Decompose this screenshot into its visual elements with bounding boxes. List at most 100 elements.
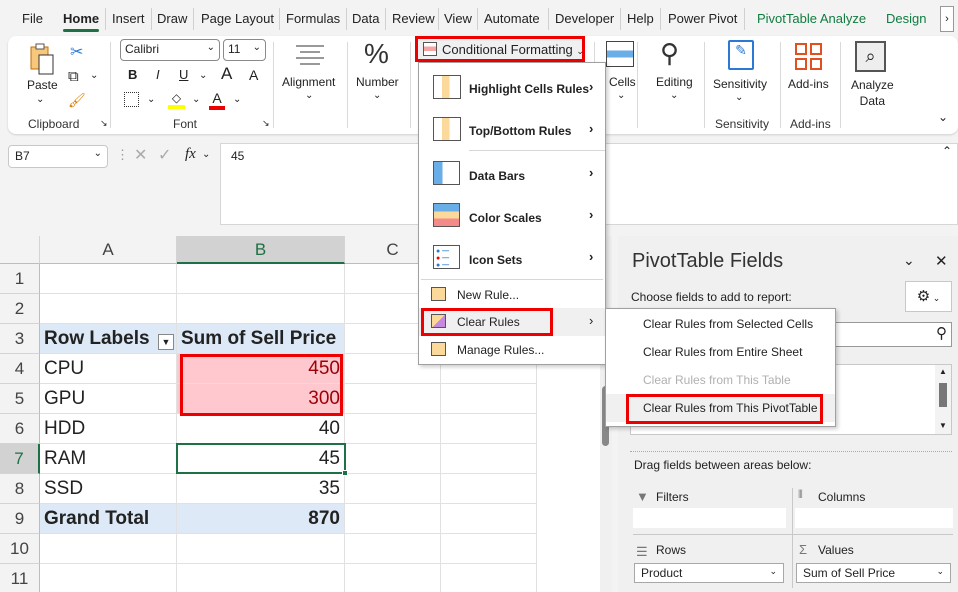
font-launcher-icon[interactable]: ↘: [262, 118, 270, 129]
tab-power-pivot[interactable]: Power Pivot: [668, 11, 737, 26]
values-field-sum-of-sell-price[interactable]: Sum of Sell Price ⌄: [796, 563, 951, 583]
row-header[interactable]: 2: [0, 294, 40, 324]
cell-b3[interactable]: Sum of Sell Price: [177, 324, 345, 354]
cell-b8[interactable]: 35: [177, 474, 345, 504]
cell-a11[interactable]: [40, 564, 177, 592]
cell-d6[interactable]: [441, 414, 537, 444]
menu-item-color-scales[interactable]: Color Scales ›: [419, 201, 605, 233]
scrollbar-thumb[interactable]: [939, 383, 947, 407]
cell-c6[interactable]: [345, 414, 441, 444]
fill-color-icon[interactable]: ◇: [168, 91, 185, 109]
row-header[interactable]: 5: [0, 384, 40, 414]
underline-dropdown-icon[interactable]: ⌄: [199, 70, 207, 81]
cell-b1[interactable]: [177, 264, 345, 294]
paste-button[interactable]: Paste: [27, 78, 58, 92]
select-all-button[interactable]: [0, 236, 40, 264]
format-painter-icon[interactable]: 🖌: [68, 92, 86, 109]
font-size-combo[interactable]: 11 ⌄: [223, 39, 266, 61]
cell-d11[interactable]: [441, 564, 537, 592]
row-header[interactable]: 4: [0, 354, 40, 384]
cell-c8[interactable]: [345, 474, 441, 504]
italic-button[interactable]: I: [156, 67, 160, 82]
copy-icon[interactable]: ⧉: [68, 68, 79, 85]
menu-item-data-bars[interactable]: Data Bars ›: [419, 159, 605, 191]
insert-function-button[interactable]: fx: [185, 146, 196, 163]
name-box[interactable]: B7 ⌄: [8, 145, 108, 168]
menu-item-new-rule[interactable]: New Rule...: [419, 283, 605, 309]
clipboard-launcher-icon[interactable]: ↘: [100, 118, 108, 129]
addins-button[interactable]: Add-ins: [788, 77, 829, 91]
tab-page-layout[interactable]: Page Layout: [201, 11, 274, 26]
underline-button[interactable]: U: [179, 67, 188, 82]
cells-button[interactable]: Cells: [609, 75, 636, 89]
cell-c10[interactable]: [345, 534, 441, 564]
scroll-down-icon[interactable]: ▼: [939, 421, 947, 430]
number-button[interactable]: Number: [356, 75, 399, 89]
fill-color-dropdown-icon[interactable]: ⌄: [192, 94, 200, 105]
column-header-b[interactable]: B: [177, 236, 345, 264]
copy-dropdown-icon[interactable]: ⌄: [90, 70, 98, 81]
tab-automate[interactable]: Automate: [484, 11, 540, 26]
menu-item-icon-sets[interactable]: ● — ● — ● — Icon Sets ›: [419, 243, 605, 275]
row-header[interactable]: 11: [0, 564, 40, 592]
ribbon-expand-icon[interactable]: ⌄: [938, 110, 948, 124]
cell-b10[interactable]: [177, 534, 345, 564]
cell-a4[interactable]: CPU: [40, 354, 177, 384]
cell-a10[interactable]: [40, 534, 177, 564]
menu-item-clear-rules[interactable]: Clear Rules ›: [419, 308, 605, 336]
tab-design[interactable]: Design: [886, 11, 926, 26]
cell-d10[interactable]: [441, 534, 537, 564]
tab-developer[interactable]: Developer: [555, 11, 614, 26]
columns-area[interactable]: [795, 508, 953, 528]
clear-rules-entire-sheet[interactable]: Clear Rules from Entire Sheet: [606, 338, 835, 366]
cancel-icon[interactable]: ✕: [134, 145, 147, 165]
tab-pivottable-analyze[interactable]: PivotTable Analyze: [757, 11, 866, 26]
row-header[interactable]: 1: [0, 264, 40, 294]
font-color-button[interactable]: A: [209, 90, 225, 110]
cell-c9[interactable]: [345, 504, 441, 534]
menu-item-top-bottom-rules[interactable]: Top/Bottom Rules ›: [419, 115, 605, 147]
cell-d7[interactable]: [441, 444, 537, 474]
tab-file[interactable]: File: [22, 11, 43, 26]
tab-draw[interactable]: Draw: [157, 11, 187, 26]
tab-insert[interactable]: Insert: [112, 11, 145, 26]
collapse-formula-bar-icon[interactable]: ⌃: [942, 144, 952, 158]
row-header[interactable]: 8: [0, 474, 40, 504]
row-labels-filter-button[interactable]: ▼: [158, 334, 174, 350]
cell-d9[interactable]: [441, 504, 537, 534]
tab-data[interactable]: Data: [352, 11, 379, 26]
tab-home[interactable]: Home: [63, 11, 100, 32]
column-header-a[interactable]: A: [40, 236, 177, 264]
cell-d5[interactable]: [441, 384, 537, 414]
tabs-scroll-right-button[interactable]: ›: [940, 6, 954, 32]
editing-button[interactable]: Editing: [656, 75, 693, 89]
cell-a7[interactable]: RAM: [40, 444, 177, 474]
font-color-dropdown-icon[interactable]: ⌄: [233, 94, 241, 105]
clear-rules-selected-cells[interactable]: Clear Rules from Selected Cells: [606, 310, 835, 338]
row-header[interactable]: 10: [0, 534, 40, 564]
cell-a2[interactable]: [40, 294, 177, 324]
paste-icon[interactable]: [28, 42, 56, 75]
cell-a9[interactable]: Grand Total: [40, 504, 177, 534]
increase-font-button[interactable]: A: [221, 64, 232, 84]
alignment-button[interactable]: Alignment: [282, 75, 335, 89]
cell-c5[interactable]: [345, 384, 441, 414]
row-header[interactable]: 9: [0, 504, 40, 534]
cell-c7[interactable]: [345, 444, 441, 474]
close-icon[interactable]: ✕: [935, 252, 948, 270]
menu-item-manage-rules[interactable]: Manage Rules...: [419, 338, 605, 364]
tab-review[interactable]: Review: [392, 11, 435, 26]
decrease-font-button[interactable]: A: [249, 67, 258, 83]
cell-b6[interactable]: 40: [177, 414, 345, 444]
analyze-data-button[interactable]: Analyze Data: [851, 77, 894, 109]
cell-d8[interactable]: [441, 474, 537, 504]
tab-help[interactable]: Help: [627, 11, 654, 26]
menu-item-highlight-cells-rules[interactable]: Highlight Cells Rules ›: [419, 73, 605, 105]
borders-dropdown-icon[interactable]: ⌄: [147, 94, 155, 105]
cell-a1[interactable]: [40, 264, 177, 294]
conditional-formatting-button[interactable]: Conditional Formatting ⌄: [415, 36, 585, 62]
cell-b9[interactable]: 870: [177, 504, 345, 534]
tab-view[interactable]: View: [444, 11, 472, 26]
cell-b11[interactable]: [177, 564, 345, 592]
cell-a3[interactable]: Row Labels: [40, 324, 177, 354]
